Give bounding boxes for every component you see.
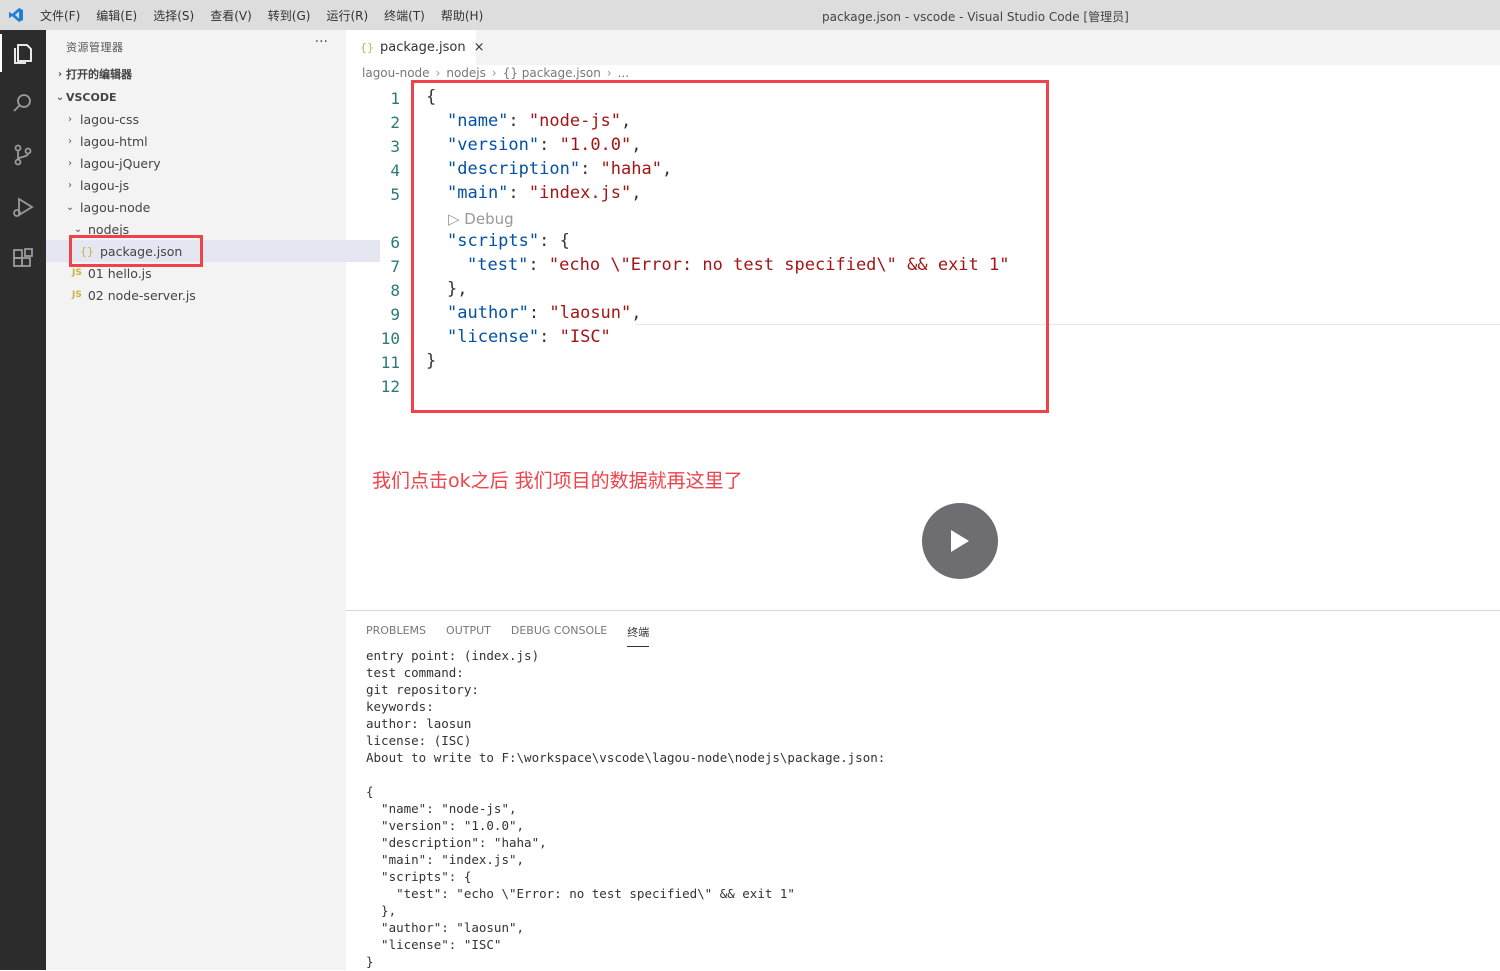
explorer-sidebar: 资源管理器 ··· › 打开的编辑器 ⌄ VSCODE › lagou-css …: [46, 30, 380, 970]
tab-problems[interactable]: PROBLEMS: [366, 624, 426, 647]
menu-bar: 文件(F) 编辑(E) 选择(S) 查看(V) 转到(G) 运行(R) 终端(T…: [32, 7, 491, 24]
folder-lagou-jquery[interactable]: › lagou-jQuery: [46, 152, 364, 174]
file-label: 01 hello.js: [87, 265, 152, 281]
open-editors-section[interactable]: › 打开的编辑器: [46, 63, 354, 85]
breadcrumb-item[interactable]: nodejs: [446, 66, 486, 80]
line-number: 11: [380, 353, 400, 372]
line-number: 2: [390, 113, 400, 132]
file-label: 02 node-server.js: [87, 287, 196, 303]
folder-lagou-css[interactable]: › lagou-css: [46, 108, 364, 130]
file-02-node-server-js[interactable]: JS 02 node-server.js: [46, 284, 372, 306]
menu-view[interactable]: 查看(V): [202, 7, 260, 24]
breadcrumb-item[interactable]: ...: [618, 66, 629, 80]
line-number: 6: [390, 233, 400, 252]
open-editors-label: 打开的编辑器: [66, 68, 132, 81]
chevron-down-icon: ⌄: [65, 201, 75, 213]
window-title: package.json - vscode - Visual Studio Co…: [822, 10, 1129, 24]
explorer-icon[interactable]: [0, 30, 46, 76]
js-file-icon: JS: [72, 290, 82, 300]
json-file-icon: {}: [360, 41, 374, 54]
chevron-right-icon: ›: [68, 179, 72, 191]
folder-label: lagou-css: [80, 111, 140, 127]
breadcrumb-item[interactable]: {} package.json: [503, 66, 601, 80]
chevron-right-icon: ›: [68, 157, 72, 169]
search-icon[interactable]: [0, 80, 46, 126]
folder-lagou-js[interactable]: › lagou-js: [46, 174, 364, 196]
line-number: 1: [390, 89, 400, 108]
line-number: 5: [390, 185, 400, 204]
play-icon: [951, 530, 969, 552]
folder-label: lagou-html: [80, 133, 148, 149]
menu-selection[interactable]: 选择(S): [145, 7, 202, 24]
folder-label: lagou-js: [80, 177, 130, 193]
menu-file[interactable]: 文件(F): [32, 7, 88, 24]
extensions-icon[interactable]: [0, 236, 46, 282]
run-debug-icon[interactable]: [0, 184, 46, 230]
breadcrumb: lagou-node › nodejs › {} package.json › ...: [362, 66, 630, 80]
chevron-right-icon: ›: [57, 68, 63, 80]
menu-go[interactable]: 转到(G): [260, 7, 319, 24]
code-highlight-box: [411, 80, 1049, 413]
tab-output[interactable]: OUTPUT: [446, 624, 491, 647]
chevron-down-icon: ⌄: [55, 91, 65, 103]
line-number: 9: [390, 305, 400, 324]
line-number: 7: [390, 257, 400, 276]
menu-edit[interactable]: 编辑(E): [88, 7, 145, 24]
folder-lagou-node[interactable]: ⌄ lagou-node: [46, 196, 364, 218]
line-number: 4: [390, 161, 400, 180]
tab-package-json[interactable]: {} package.json ×: [346, 30, 485, 65]
workspace-root-label: VSCODE: [66, 90, 117, 104]
tab-debug-console[interactable]: DEBUG CONSOLE: [511, 624, 607, 647]
menu-terminal[interactable]: 终端(T): [376, 7, 433, 24]
chevron-right-icon: ›: [68, 135, 72, 147]
folder-lagou-html[interactable]: › lagou-html: [46, 130, 364, 152]
editor-tabs: {} package.json ×: [346, 30, 1500, 65]
explorer-title: 资源管理器: [66, 41, 124, 54]
js-file-icon: JS: [72, 268, 82, 278]
menu-run[interactable]: 运行(R): [318, 7, 376, 24]
more-actions-button[interactable]: ···: [315, 34, 328, 50]
workspace-root[interactable]: ⌄ VSCODE: [46, 86, 354, 108]
title-bar: 文件(F) 编辑(E) 选择(S) 查看(V) 转到(G) 运行(R) 终端(T…: [0, 0, 1500, 30]
play-button[interactable]: [922, 503, 998, 579]
source-control-icon[interactable]: [0, 132, 46, 178]
line-number: 10: [380, 329, 400, 348]
breadcrumb-item[interactable]: lagou-node: [362, 66, 430, 80]
terminal-output[interactable]: entry point: (index.js) test command: gi…: [366, 647, 885, 970]
folder-label: lagou-jQuery: [80, 155, 161, 171]
folder-label: lagou-node: [80, 199, 151, 215]
vscode-logo-icon: [0, 0, 32, 30]
tab-label: package.json: [380, 40, 466, 55]
panel-tabs: PROBLEMS OUTPUT DEBUG CONSOLE 终端: [366, 624, 650, 647]
line-number: 3: [390, 137, 400, 156]
line-number: 12: [380, 377, 400, 396]
chevron-right-icon: ›: [68, 113, 72, 125]
video-caption: 我们点击ok之后 我们项目的数据就再这里了: [372, 470, 743, 492]
package-json-highlight-box: [69, 235, 203, 267]
activity-bar: [0, 30, 46, 970]
chevron-down-icon: ⌄: [73, 223, 83, 235]
menu-help[interactable]: 帮助(H): [433, 7, 491, 24]
tab-terminal[interactable]: 终端: [627, 624, 650, 647]
close-icon[interactable]: ×: [474, 40, 485, 55]
bottom-panel: PROBLEMS OUTPUT DEBUG CONSOLE 终端 entry p…: [346, 610, 1500, 971]
line-number: 8: [390, 281, 400, 300]
